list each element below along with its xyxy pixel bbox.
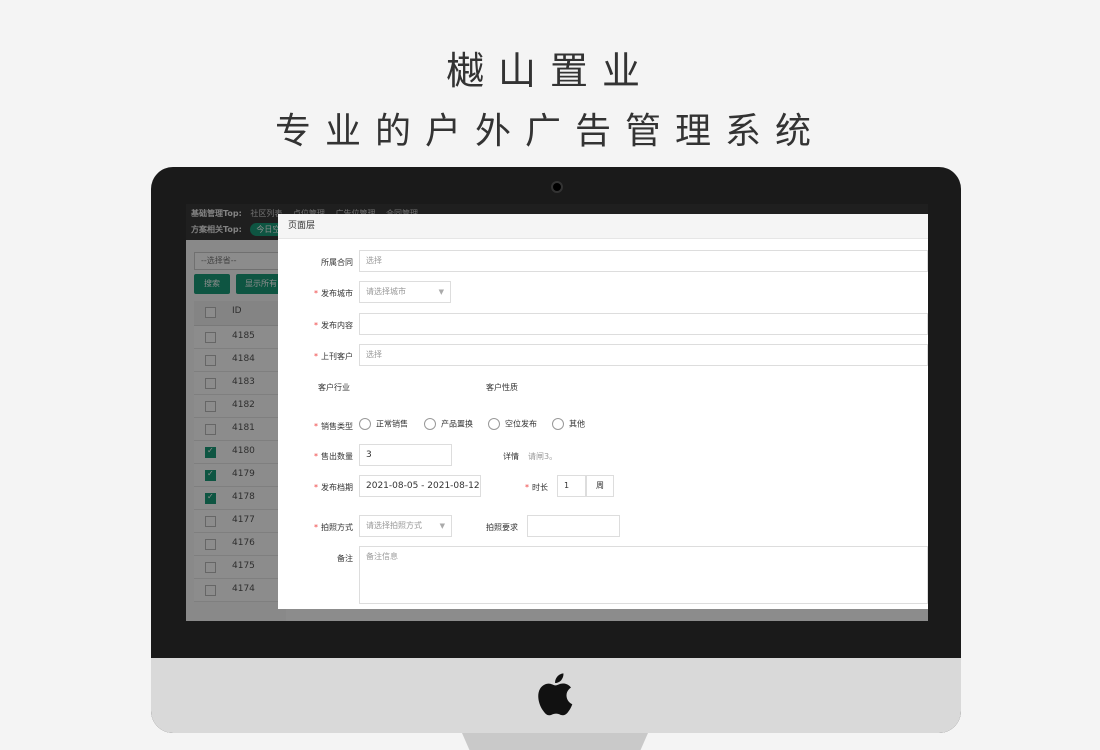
industry-label: 客户行业 — [318, 383, 350, 392]
photo-req-label: 拍照要求 — [486, 523, 518, 532]
quantity-label: * 售出数量 — [314, 452, 353, 461]
contract-input[interactable]: 选择 — [359, 250, 928, 272]
photo-method-select[interactable]: 请选择拍照方式 ▼ — [359, 515, 452, 537]
detail-hint: 请闸3。 — [528, 452, 558, 461]
content-label: * 发布内容 — [314, 321, 353, 330]
city-label: * 发布城市 — [314, 289, 353, 298]
contract-label: 所属合同 — [321, 258, 353, 267]
radio-circle-icon — [424, 418, 436, 430]
duration-input[interactable]: 1 — [557, 475, 586, 497]
hero-title: 樾山置业 — [445, 49, 654, 93]
period-date-range[interactable]: 2021-08-05 - 2021-08-12 — [359, 475, 481, 497]
radio-normal-sales[interactable]: 正常销售 — [359, 418, 408, 430]
photo-method-label: * 拍照方式 — [314, 523, 353, 532]
screen: 基础管理Top: 社区列表 点位管理 广告位管理 合同管理 方案相关Top: 今… — [186, 204, 928, 621]
radio-product-swap[interactable]: 产品置换 — [424, 418, 473, 430]
nature-label: 客户性质 — [486, 383, 518, 392]
radio-circle-icon — [359, 418, 371, 430]
content-input[interactable] — [359, 313, 928, 335]
chevron-down-icon: ▼ — [438, 288, 444, 296]
radio-vacant-publish[interactable]: 空位发布 — [488, 418, 537, 430]
photo-req-input[interactable] — [527, 515, 620, 537]
chevron-down-icon: ▼ — [439, 522, 445, 530]
monitor: 基础管理Top: 社区列表 点位管理 广告位管理 合同管理 方案相关Top: 今… — [151, 167, 961, 733]
duration-unit: 周 — [586, 475, 614, 497]
radio-circle-icon — [552, 418, 564, 430]
client-label: * 上刊客户 — [314, 352, 353, 361]
radio-circle-icon — [488, 418, 500, 430]
quantity-input[interactable]: 3 — [359, 444, 452, 466]
client-input[interactable]: 选择 — [359, 344, 928, 366]
monitor-chin — [151, 658, 961, 733]
apple-logo-icon — [538, 673, 573, 716]
sales-type-label: * 销售类型 — [314, 422, 353, 431]
form-dialog: 页面层 所属合同 选择 * 发布城市 请选择城市 ▼ * 发布内容 * 上刊客户 选择 … — [278, 214, 928, 609]
period-label: * 发布档期 — [314, 483, 353, 492]
dialog-title: 页面层 — [278, 214, 928, 239]
detail-label: 详情 — [503, 452, 519, 461]
radio-other[interactable]: 其他 — [552, 418, 585, 430]
remark-textarea[interactable]: 备注信息 — [359, 546, 928, 604]
monitor-stand — [462, 733, 648, 750]
hero-subtitle: 专业的户外广告管理系统 — [274, 111, 825, 152]
remark-label: 备注 — [337, 554, 353, 563]
camera-icon — [551, 181, 563, 193]
city-select[interactable]: 请选择城市 ▼ — [359, 281, 451, 303]
duration-label: * 时长 — [525, 483, 548, 492]
